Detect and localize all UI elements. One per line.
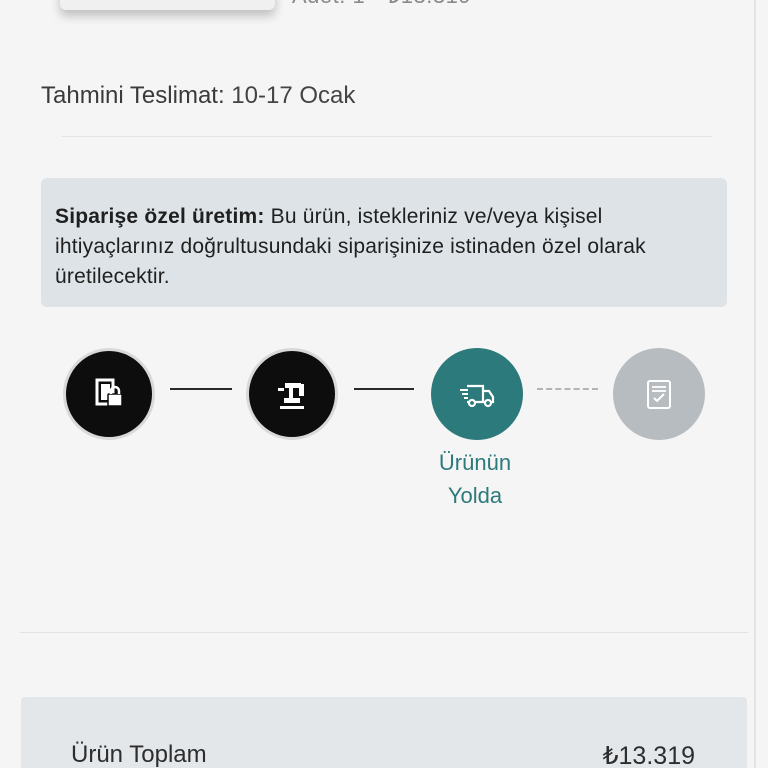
step-in-transit-label: Ürünün Yolda (420, 446, 530, 512)
order-summary: Ürün Toplam ₺13.319 (21, 697, 747, 768)
step-delivered (613, 348, 705, 440)
product-image[interactable] (60, 0, 275, 10)
step-label-line2: Yolda (447, 483, 503, 508)
product-total-label: Ürün Toplam (71, 741, 207, 768)
step-in-transit (431, 348, 523, 440)
step-production (246, 348, 338, 440)
divider (20, 632, 748, 633)
notice-title: Siparişe özel üretim: (55, 205, 265, 228)
estimated-delivery: Tahmini Teslimat: 10-17 Ocak (41, 82, 355, 110)
step-order-placed (63, 348, 155, 440)
custom-production-notice: Siparişe özel üretim: Bu ürün, istekleri… (41, 178, 727, 307)
estimated-delivery-label: Tahmini Teslimat: (41, 82, 225, 109)
divider (62, 136, 712, 137)
delivery-truck-icon (460, 384, 495, 408)
product-total-value: ₺13.319 (602, 742, 695, 768)
estimated-delivery-value: 10-17 Ocak (231, 82, 356, 109)
step-connector (354, 388, 414, 390)
step-connector (537, 388, 598, 390)
step-connector (170, 388, 232, 390)
scroll-edge (754, 0, 756, 768)
step-label-line1: Ürünün (438, 450, 512, 475)
order-lock-icon (95, 378, 123, 407)
production-icon (278, 383, 304, 409)
product-quantity-price: Adet: 1 · ₺13.319 (292, 0, 471, 9)
receipt-check-icon (647, 380, 671, 409)
